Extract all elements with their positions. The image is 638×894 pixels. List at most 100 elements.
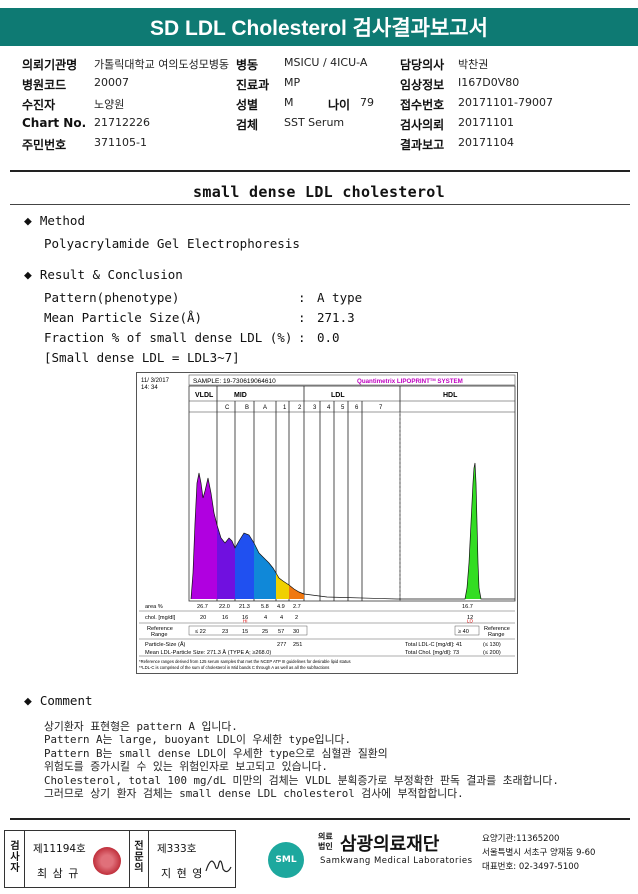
band-label: 2: [298, 405, 302, 411]
ref-value: 25: [262, 629, 268, 635]
diamond-bullet-icon: ◆: [24, 214, 32, 229]
total-chol-ref: (≤ 200): [483, 650, 501, 656]
size-label: Mean Particle Size(Å): [44, 310, 203, 325]
chart-brand: Quantimetrix LIPOPRINTTM SYSTEM: [357, 377, 463, 385]
sml-logo: SML: [268, 842, 304, 878]
band-label: 4: [327, 405, 331, 411]
diamond-bullet-icon: ◆: [24, 694, 32, 709]
region-hdl: HDL: [443, 392, 458, 399]
age-label: 나이: [328, 98, 351, 112]
colon: :: [298, 310, 306, 325]
signature-box: 검사자 제11194호 최 삼 규 전문의 제333호 지 현 영: [4, 830, 236, 888]
id-label: 주민번호: [22, 138, 67, 152]
chol-value: 16: [222, 615, 228, 621]
report-title-bar: SD LDL Cholesterol 검사결과보고서: [0, 8, 638, 46]
id-value: 371105-1: [94, 136, 147, 149]
chol-value: 4: [280, 615, 283, 621]
mean-size-text: Mean LDL-Particle Size: 271.3 Å (TYPE A;…: [145, 649, 271, 656]
receipt-label: 접수번호: [400, 98, 445, 112]
mid-c-fill: [217, 525, 235, 599]
org-prefix-2: 법인: [318, 842, 333, 851]
total-ldl-text: Total LDL-C [mg/dl]: 41: [405, 642, 462, 648]
chol-value: 4: [264, 615, 267, 621]
comment-heading: ◆ Comment: [24, 693, 93, 709]
total-ldl-ref: (≤ 130): [483, 642, 501, 648]
receipt-value: 20171101-79007: [458, 96, 553, 109]
age-value: 79: [360, 96, 374, 109]
ward-label: 병동: [236, 58, 259, 72]
lipoprint-electrophoresis-chart: 11/ 3/2017 14: 34 SAMPLE: 19-73061906461…: [136, 372, 518, 674]
area-value: 22.0: [219, 604, 230, 610]
chart-date: 11/ 3/2017: [141, 378, 170, 384]
band-label: 7: [379, 405, 383, 411]
ps-value: 251: [293, 642, 302, 648]
region-mid: MID: [234, 392, 247, 399]
divider: [10, 204, 630, 205]
ref-value: 57: [278, 629, 284, 635]
pattern-label: Pattern(phenotype): [44, 290, 180, 305]
band-label: 3: [313, 405, 317, 411]
fraction-value: 0.0: [317, 330, 340, 345]
ref-value: 23: [222, 629, 228, 635]
sex-value: M: [284, 96, 294, 109]
particle-size-label: Particle-Size (Å): [145, 641, 186, 648]
band-label: C: [225, 405, 230, 411]
ldl-note: [Small dense LDL = LDL3~7]: [44, 350, 240, 365]
chart-no-value: 21712226: [94, 116, 150, 129]
org-tel: 대표번호: 02-3497-5100: [482, 862, 580, 872]
area-value: 21.3: [239, 604, 250, 610]
comment-line: 상기환자 표현형은 pattern A 입니다.: [44, 720, 238, 733]
org-code: 요양기관:11365200: [482, 834, 560, 844]
method-value: Polyacrylamide Gel Electrophoresis: [44, 236, 300, 251]
size-value: 271.3: [317, 310, 355, 325]
institution-label: 의뢰기관명: [22, 58, 78, 72]
result-heading-text: Result & Conclusion: [39, 267, 183, 282]
area-value: 16.7: [462, 604, 473, 610]
band-label: B: [245, 405, 249, 411]
fraction-label: Fraction % of small dense LDL (%): [44, 330, 293, 345]
specialist-name: 지 현 영: [161, 867, 204, 880]
comment-line: Cholesterol, total 100 mg/dL 미만의 검체는 VLD…: [44, 773, 559, 787]
lo-flag: LO: [467, 619, 474, 624]
examiner-vertical-label: 검사자: [10, 841, 20, 874]
row-area-label: area %: [145, 604, 163, 610]
examinee-label: 수진자: [22, 98, 56, 112]
comment-line: 위험도를 증가시킬 수 있는 위험인자로 보고되고 있습니다.: [44, 760, 328, 774]
patient-info: 의뢰기관명 가톨릭대학교 여의도성모병동 병동 MSICU / 4ICU-A 담…: [22, 56, 622, 156]
band-label: A: [263, 405, 267, 411]
row-chol-label: chol. [mg/dl]: [145, 615, 176, 621]
dept-label: 진료과: [236, 78, 270, 92]
sex-label: 성별: [236, 98, 259, 112]
comment-body: 상기환자 표현형은 pattern A 입니다. Pattern A는 large…: [44, 720, 559, 800]
chart-time: 14: 34: [141, 385, 158, 391]
examiner-name: 최 삼 규: [37, 867, 80, 880]
comment-line: Pattern B는 small dense LDL이 우세한 type으로 심…: [44, 746, 388, 760]
report-date-value: 20171104: [458, 136, 514, 149]
specimen-label: 검체: [236, 118, 259, 132]
band-label: 5: [341, 405, 345, 411]
band-label: 1: [283, 405, 287, 411]
org-english-name: Samkwang Medical Laboratories: [320, 856, 473, 866]
chol-value: 2: [295, 615, 298, 621]
ward-value: MSICU / 4ICU-A: [284, 56, 368, 69]
divider: [10, 170, 630, 172]
region-vldl: VLDL: [195, 392, 214, 399]
result-heading: ◆ Result & Conclusion: [24, 267, 183, 283]
doctor-label: 담당의사: [400, 58, 445, 72]
diamond-bullet-icon: ◆: [24, 268, 32, 283]
comment-heading-text: Comment: [39, 693, 93, 708]
hi-flag: HI: [243, 619, 248, 624]
org-name: 삼광의료재단: [340, 834, 440, 855]
specialist-license: 제333호: [157, 843, 197, 855]
chart-footnote-2: **LDL-C is comprised of the sum of chole…: [139, 665, 329, 670]
chol-value: 20: [200, 615, 206, 621]
area-value: 26.7: [197, 604, 208, 610]
examiner-license: 제11194호: [33, 843, 86, 855]
request-label: 검사의뢰: [400, 118, 445, 132]
comment-line: Pattern A는 large, buoyant LDL이 우세한 type입…: [44, 733, 351, 747]
org-prefix-1: 의료: [318, 832, 333, 841]
method-heading: ◆ Method: [24, 213, 85, 229]
vldl-peak: [191, 473, 217, 599]
institution-value: 가톨릭대학교 여의도성모병동: [94, 58, 230, 71]
org-address: 서울특별시 서초구 양재동 9-60: [482, 848, 596, 858]
